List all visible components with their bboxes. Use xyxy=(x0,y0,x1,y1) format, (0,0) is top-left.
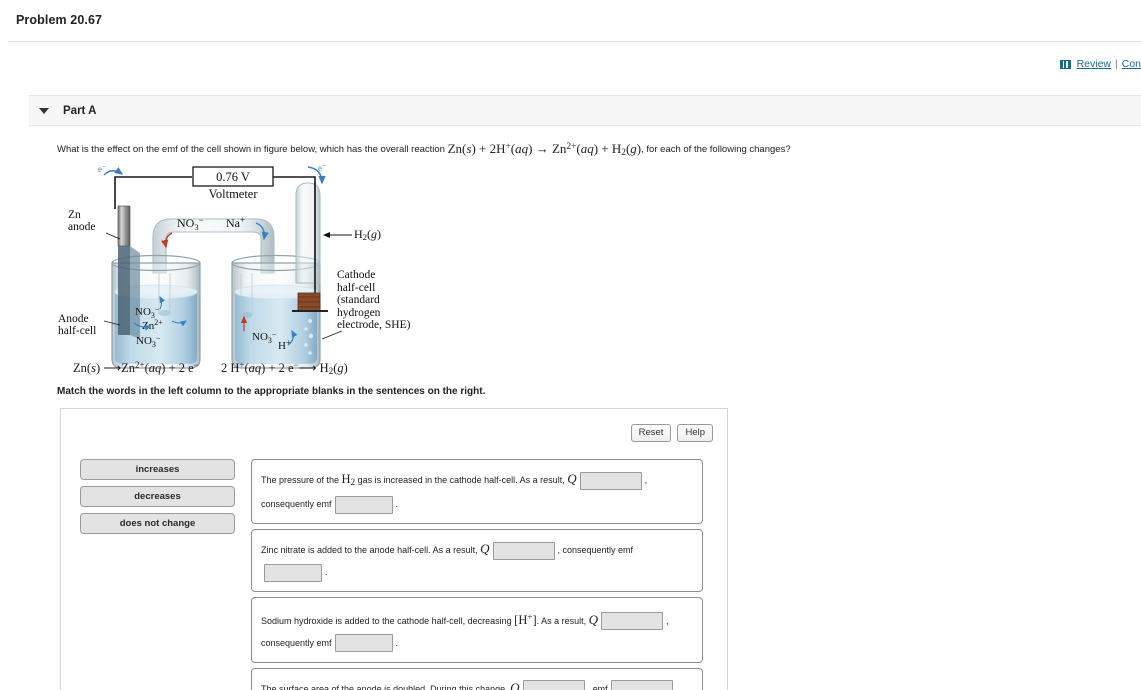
word-chip-decreases[interactable]: decreases xyxy=(80,486,235,507)
svg-text:0.76 V: 0.76 V xyxy=(216,170,250,184)
cell-diagram-svg: 0.76 V Voltmeter e− e− NO3− Na+ NO3− Zn2… xyxy=(98,163,352,369)
svg-text:Voltmeter: Voltmeter xyxy=(208,187,258,201)
question-suffix: , for each of the following changes? xyxy=(641,144,791,155)
zn-anode-line2: anode xyxy=(68,221,96,233)
answer-panel: Reset Help increases decreases does not … xyxy=(60,408,728,690)
card3-blank-q[interactable] xyxy=(601,612,664,631)
card4-blank-q[interactable] xyxy=(522,680,585,690)
question-text: What is the effect on the emf of the cel… xyxy=(57,141,791,158)
sentence-card-surface-area: The surface area of the anode is doubled… xyxy=(251,667,703,690)
word-bank: increases decreases does not change xyxy=(80,459,235,540)
anode-halfcell-label: Anode half-cell xyxy=(58,313,96,337)
chevron-down-icon[interactable] xyxy=(39,107,49,114)
word-chip-increases[interactable]: increases xyxy=(80,459,235,480)
reset-button[interactable]: Reset xyxy=(630,424,672,442)
anode-half-reaction: Zn(s) ⟶Zn2+(aq) + 2 e− xyxy=(73,360,199,375)
constants-link[interactable]: Con xyxy=(1122,58,1141,70)
review-bar: Review | Con xyxy=(1059,58,1141,70)
card3-seg2: . As a result, xyxy=(536,615,589,626)
card2-blank-emf[interactable] xyxy=(264,563,322,582)
card3-seg1: Sodium hydroxide is added to the cathode… xyxy=(261,615,515,626)
sentence-card-sodium-hydroxide: Sodium hydroxide is added to the cathode… xyxy=(251,596,703,663)
card3-seg5: . xyxy=(395,637,399,648)
card4-seg1: The surface area of the anode is doubled… xyxy=(261,683,511,690)
cathode-line1: Cathode xyxy=(337,269,376,281)
svg-text:e−: e− xyxy=(98,163,106,174)
card4-seg2: , emf xyxy=(587,683,608,690)
card1-math-h2: H2 xyxy=(341,472,356,487)
review-link[interactable]: Review xyxy=(1077,58,1111,70)
part-a-header[interactable]: Part A xyxy=(29,95,1141,126)
anode-halfcell-line2: half-cell xyxy=(58,325,97,337)
review-separator: | xyxy=(1115,58,1118,70)
card2-seg2: , consequently emf xyxy=(557,544,634,555)
card3-q-symbol: Q xyxy=(588,611,599,627)
card3-seg4: consequently emf xyxy=(261,637,332,648)
question-prefix: What is the effect on the emf of the cel… xyxy=(57,144,448,155)
cathode-line3: (standard xyxy=(337,294,380,306)
card1-seg3: , xyxy=(644,475,648,485)
card2-seg3: . xyxy=(325,566,328,577)
sentence-cards: The pressure of the H2 gas is increased … xyxy=(251,459,703,690)
card2-q-symbol: Q xyxy=(480,540,490,556)
card2-blank-q[interactable] xyxy=(492,541,555,560)
card1-q-symbol: Q xyxy=(567,471,577,486)
card1-seg5: . xyxy=(395,498,399,509)
anode-halfcell-line1: Anode xyxy=(58,313,89,325)
word-chip-does-not-change[interactable]: does not change xyxy=(80,513,235,534)
card3-math-h-plus: [H+] xyxy=(514,611,537,627)
h2-gas-label: H2(g) xyxy=(354,227,381,242)
cathode-line5: electrode, SHE) xyxy=(337,319,411,331)
card4-q-symbol: Q xyxy=(510,679,520,690)
cathode-halfcell-label: Cathode half-cell (standard hydrogen ele… xyxy=(337,269,410,332)
page-root: Problem 20.67 Review | Con Part A What i… xyxy=(0,0,1141,690)
sentence-card-pressure-h2: The pressure of the H2 gas is increased … xyxy=(251,459,703,524)
card2-seg1: Zinc nitrate is added to the anode half-… xyxy=(261,544,481,555)
card1-blank-q[interactable] xyxy=(579,471,642,490)
zn-anode-line1: Zn xyxy=(68,209,81,221)
book-icon xyxy=(1059,59,1071,69)
cathode-half-reaction: 2 H+(aq) + 2 e−⟶ H2(g) xyxy=(221,360,348,376)
zn-anode-label: Zn anode xyxy=(68,209,95,233)
card1-seg2: gas is increased in the cathode half-cel… xyxy=(355,475,568,485)
sentence-card-zinc-nitrate: Zinc nitrate is added to the anode half-… xyxy=(251,528,703,592)
card3-seg3: , xyxy=(666,615,669,626)
half-reaction-equations: Zn(s) ⟶Zn2+(aq) + 2 e− 2 H+(aq) + 2 e−⟶ … xyxy=(73,360,348,376)
cathode-line4: hydrogen xyxy=(337,306,381,319)
question-reaction: Zn(s) + 2H+(aq) → Zn2+(aq) + H2(g) xyxy=(447,141,642,159)
title-divider xyxy=(8,41,1141,42)
card4-blank-emf[interactable] xyxy=(610,680,673,690)
electrochemical-cell-figure: 0.76 V Voltmeter e− e− NO3− Na+ NO3− Zn2… xyxy=(58,163,480,378)
panel-tools: Reset Help xyxy=(630,424,713,442)
svg-text:e−: e− xyxy=(318,163,326,173)
help-button[interactable]: Help xyxy=(677,424,713,442)
card1-seg4: consequently emf xyxy=(261,498,332,509)
page-title: Problem 20.67 xyxy=(16,13,103,27)
card1-blank-emf[interactable] xyxy=(334,495,393,514)
match-instruction: Match the words in the left column to th… xyxy=(57,386,486,397)
card4-seg3: . xyxy=(675,683,679,690)
cathode-line2: half-cell xyxy=(337,281,376,294)
card3-blank-emf[interactable] xyxy=(334,634,393,653)
card1-seg1: The pressure of the xyxy=(261,475,342,485)
part-a-label: Part A xyxy=(63,104,97,117)
